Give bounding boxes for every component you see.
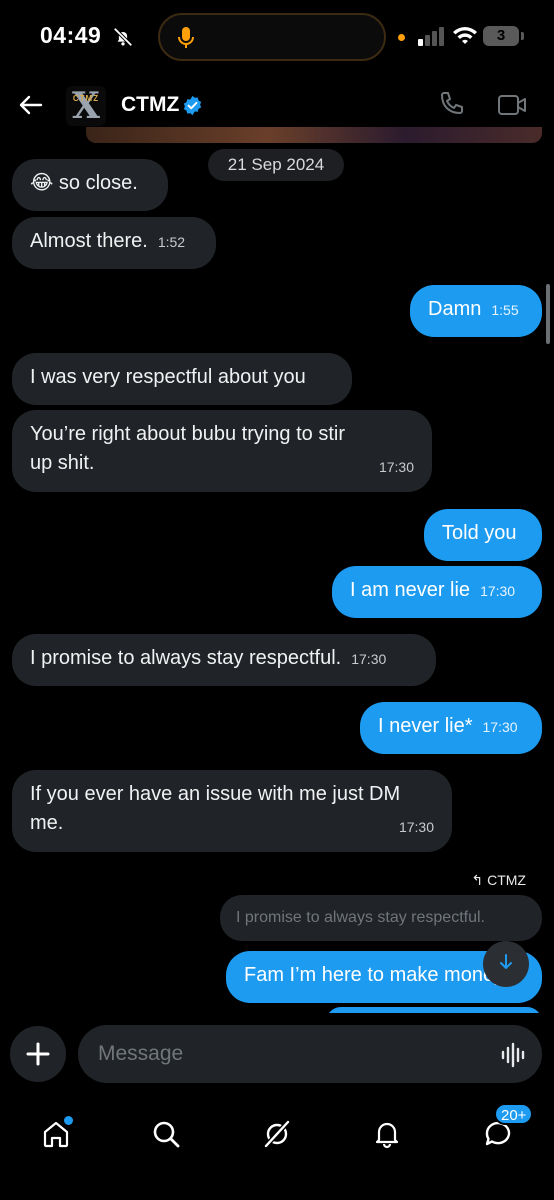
message-bubble-outgoing[interactable]: Told you [424, 509, 542, 561]
reply-to-label: ↰ CTMZ [471, 872, 526, 889]
message-bubble-outgoing[interactable]: I am never lie 17:30 [332, 566, 542, 618]
video-call-icon[interactable] [497, 93, 527, 122]
nav-home[interactable] [28, 1106, 84, 1162]
nav-notifications[interactable] [359, 1106, 415, 1162]
scroll-to-bottom-button[interactable] [483, 941, 529, 987]
date-separator: 21 Sep 2024 [208, 149, 344, 181]
message-text: You’re right about bubu trying to stir u… [30, 423, 346, 474]
voice-message-icon[interactable] [500, 1042, 526, 1073]
status-time: 04:49 [40, 22, 102, 48]
message-bubble-outgoing[interactable]: Damn 1:55 [410, 285, 542, 337]
status-bar: 04:49 3 [0, 0, 554, 78]
scrollbar[interactable] [546, 284, 550, 344]
message-text: Damn [428, 298, 482, 320]
message-text: I am never lie [350, 579, 471, 601]
avatar-logo-x: X [72, 85, 100, 127]
phone-call-icon[interactable] [438, 91, 464, 122]
quoted-message[interactable]: I promise to always stay respectful. [220, 895, 542, 941]
message-bubble-incoming[interactable]: You’re right about bubu trying to stir u… [12, 410, 432, 492]
verified-badge-icon [182, 95, 203, 121]
message-text: I was very respectful about you [30, 366, 306, 388]
message-timestamp: 1:52 [157, 234, 186, 250]
messages-badge: 20+ [494, 1103, 534, 1125]
message-timestamp: 17:30 [482, 719, 518, 735]
message-timestamp: 17:30 [378, 459, 414, 475]
message-bubble-incoming[interactable]: If you ever have an issue with me just D… [12, 770, 452, 852]
message-timestamp: 1:55 [491, 302, 519, 318]
message-composer [0, 1016, 554, 1096]
contact-name[interactable]: CTMZ [121, 93, 179, 117]
signal-icon [418, 26, 446, 51]
reply-to-name: CTMZ [487, 872, 526, 888]
message-timestamp: 17:30 [480, 583, 516, 599]
nav-grok[interactable] [249, 1106, 305, 1162]
arrow-down-icon [498, 953, 514, 976]
bottom-navigation: 20+ [0, 1096, 554, 1200]
message-text: If you ever have an issue with me just D… [30, 783, 401, 834]
battery-tip [521, 32, 524, 40]
message-list[interactable]: 21 Sep 2024 😂 so close. Almost there. 1:5… [0, 143, 554, 1013]
message-bubble-incoming[interactable]: I promise to always stay respectful. 17:3… [12, 634, 436, 686]
search-icon [153, 1121, 180, 1148]
reply-arrow-icon: ↰ [471, 872, 484, 888]
grok-icon [264, 1120, 290, 1148]
conversation-header: X CTMZ CTMZ [0, 78, 554, 134]
microphone-icon [176, 26, 196, 55]
message-bubble-outgoing-partial[interactable] [326, 1007, 542, 1013]
message-text: I promise to always stay respectful. [30, 647, 342, 669]
message-bubble-incoming[interactable]: 😂 so close. [12, 159, 168, 211]
dynamic-island [158, 13, 386, 61]
message-bubble-incoming[interactable]: I was very respectful about you [12, 353, 352, 405]
message-bubble-incoming[interactable]: Almost there. 1:52 [12, 217, 216, 269]
message-timestamp: 17:30 [398, 819, 434, 835]
message-bubble-outgoing[interactable]: I never lie* 17:30 [360, 702, 542, 754]
back-arrow-icon[interactable] [18, 92, 44, 123]
message-text: Almost there. [30, 230, 148, 252]
contact-avatar[interactable]: X CTMZ [66, 86, 106, 126]
mic-indicator-dot [398, 34, 405, 41]
add-attachment-button[interactable] [10, 1026, 66, 1082]
wifi-icon [452, 25, 478, 50]
home-notification-dot [62, 1114, 75, 1127]
message-text: 😂 so close. [30, 172, 138, 194]
bell-slash-icon [112, 26, 134, 53]
message-text: I never lie* [378, 715, 473, 737]
battery-indicator: 3 [483, 26, 519, 46]
message-timestamp: 17:30 [351, 651, 387, 667]
message-text: Told you [442, 522, 517, 544]
avatar-logo-text: CTMZ [72, 94, 100, 103]
previous-media-preview[interactable] [86, 127, 542, 143]
nav-search[interactable] [138, 1106, 194, 1162]
message-text: Fam I’m here to make money [244, 964, 505, 986]
bell-icon [375, 1122, 399, 1149]
message-input[interactable] [78, 1025, 542, 1083]
plus-icon [26, 1042, 50, 1066]
